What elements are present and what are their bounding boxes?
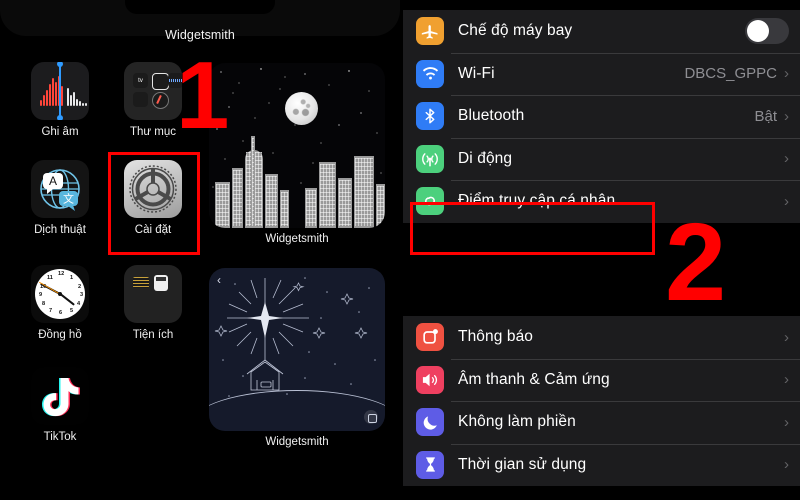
app-icon-dong-ho[interactable]: 12 1 2 3 4 5 6 7 8 9 10 11 Đồng hồ (24, 265, 96, 342)
app-label: TikTok (43, 431, 77, 443)
settings-row-notifications[interactable]: Thông báo › (403, 316, 800, 359)
settings-row-label: Di động (458, 149, 513, 167)
screen-time-hourglass-icon (416, 450, 444, 479)
settings-row-label: Âm thanh & Cảm ứng (458, 370, 610, 388)
screenshot-root: Widgetsmith Ghi âm tv Thư mục A 文 Dịch t… (0, 0, 800, 500)
chevron-right-icon: › (784, 371, 789, 389)
utilities-folder-icon (124, 265, 182, 323)
mini-appletv-icon: tv (133, 73, 148, 88)
mini-calculator-icon (154, 275, 168, 291)
settings-row-label: Chế độ máy bay (458, 22, 573, 40)
widget-label: Widgetsmith (265, 436, 329, 448)
chevron-left-icon[interactable]: ‹ (217, 274, 221, 286)
app-label: Tiện ích (132, 329, 174, 341)
mini-ring-icon (152, 73, 169, 90)
folder-icon: tv (124, 62, 182, 120)
sounds-haptics-icon (416, 365, 444, 394)
annotation-step-two: 2 (665, 201, 727, 324)
do-not-disturb-moon-icon (416, 408, 444, 437)
settings-row-label: Thời gian sử dụng (458, 455, 587, 473)
settings-row-label: Bluetooth (458, 107, 525, 125)
mini-compass-icon (152, 92, 169, 109)
chevron-right-icon: › (784, 456, 789, 474)
settings-row-label: Không làm phiền (458, 413, 576, 431)
app-icon-tien-ich[interactable]: Tiện ích (117, 265, 189, 342)
cellular-antenna-icon (416, 144, 444, 173)
annotation-step-one: 1 (176, 42, 230, 149)
settings-group-notifications: Thông báo › Âm thanh & Cảm ứng › Không l… (403, 316, 800, 486)
tiktok-icon (31, 367, 89, 425)
settings-row-do-not-disturb[interactable]: Không làm phiền › (403, 401, 800, 444)
chevron-right-icon: › (784, 328, 789, 346)
ios-settings-screen: Chế độ máy bay Wi-Fi DBCS_GPPC › Bluetoo… (400, 0, 800, 500)
bluetooth-icon (416, 102, 444, 131)
clock-icon: 12 1 2 3 4 5 6 7 8 9 10 11 (31, 265, 89, 323)
settings-group-connectivity: Chế độ máy bay Wi-Fi DBCS_GPPC › Bluetoo… (403, 10, 800, 223)
mini-magnifier-icon (133, 277, 149, 288)
chevron-right-icon: › (784, 107, 789, 125)
airplane-icon (416, 17, 444, 46)
wifi-icon (416, 59, 444, 88)
tiktok-note-glyph (42, 378, 80, 417)
settings-row-label: Wi-Fi (458, 64, 495, 82)
app-label: Đồng hồ (38, 329, 82, 341)
app-icon-dich-thuat[interactable]: A 文 Dịch thuật (24, 160, 96, 237)
chevron-right-icon: › (784, 150, 789, 168)
bluetooth-state-value: Bật (754, 107, 777, 125)
translate-icon: A 文 (31, 160, 89, 218)
app-icon-ghi-am[interactable]: Ghi âm (24, 62, 96, 139)
widget-label: Widgetsmith (265, 233, 329, 245)
app-label: Ghi âm (41, 126, 79, 138)
settings-row-bluetooth[interactable]: Bluetooth Bật › (403, 95, 800, 138)
mini-wallet-icon (133, 92, 148, 107)
wifi-network-value: DBCS_GPPC (684, 65, 777, 83)
settings-row-screen-time[interactable]: Thời gian sử dụng › (403, 443, 800, 487)
highlight-box-settings-app (108, 152, 200, 255)
chevron-right-icon: › (784, 65, 789, 83)
settings-row-wifi[interactable]: Wi-Fi DBCS_GPPC › (403, 52, 800, 96)
chevron-right-icon: › (784, 413, 789, 431)
airplane-mode-toggle[interactable] (745, 18, 789, 45)
settings-row-airplane-mode[interactable]: Chế độ máy bay (403, 10, 800, 53)
home-page-title: Widgetsmith (165, 28, 235, 42)
app-icon-tiktok[interactable]: TikTok (24, 367, 96, 444)
ground-line (209, 390, 385, 431)
iphone-home-screen: Widgetsmith Ghi âm tv Thư mục A 文 Dịch t… (0, 0, 400, 500)
translate-globe-glyph: A 文 (40, 169, 80, 211)
settings-row-sounds-haptics[interactable]: Âm thanh & Cảm ứng › (403, 358, 800, 402)
chevron-right-icon: › (784, 192, 789, 210)
settings-row-cellular[interactable]: Di động › (403, 137, 800, 181)
svg-text:A: A (49, 174, 57, 188)
highlight-box-personal-hotspot (410, 202, 655, 255)
app-label: Dịch thuật (34, 224, 86, 236)
settings-row-label: Thông báo (458, 328, 534, 346)
notifications-icon (416, 323, 444, 352)
svg-text:文: 文 (63, 192, 74, 206)
resize-handle-icon[interactable] (364, 410, 378, 424)
voice-memos-icon (31, 62, 89, 120)
moon-graphic (285, 92, 318, 125)
